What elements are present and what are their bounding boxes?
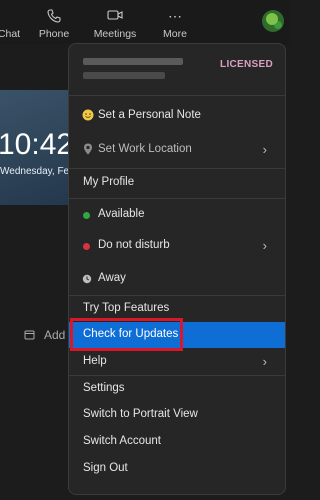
nav-phone[interactable]: Phone: [36, 0, 72, 44]
phone-icon: [47, 9, 61, 26]
set-personal-note[interactable]: Set a Personal Note: [69, 103, 285, 129]
set-personal-note-label: Set a Personal Note: [98, 109, 201, 121]
nav-more[interactable]: ⋯ More: [158, 0, 192, 44]
clock-date: Wednesday, Fe: [0, 166, 70, 177]
switch-to-portrait-view[interactable]: Switch to Portrait View: [69, 402, 285, 428]
calendar-icon: [24, 329, 35, 343]
highlight-callout-box: [70, 318, 183, 351]
status-do-not-disturb-label: Do not disturb: [98, 239, 170, 251]
nav-phone-label: Phone: [38, 28, 70, 40]
status-do-not-disturb[interactable]: Do not disturb ›: [69, 233, 285, 259]
settings-label: Settings: [83, 382, 125, 394]
away-clock-icon: [82, 274, 92, 287]
do-not-disturb-icon: [83, 243, 90, 250]
menu-divider: [69, 198, 285, 199]
status-available-label: Available: [98, 208, 145, 220]
my-profile[interactable]: My Profile: [69, 170, 285, 196]
sign-out-label: Sign Out: [83, 462, 128, 474]
chevron-right-icon: ›: [262, 142, 267, 157]
avatar[interactable]: [262, 10, 284, 32]
chevron-right-icon: ›: [262, 238, 267, 253]
status-away[interactable]: Away: [69, 266, 285, 292]
try-top-features-label: Try Top Features: [83, 302, 170, 314]
nav-meetings-label: Meetings: [93, 28, 137, 40]
nav-more-label: More: [163, 28, 187, 40]
nav-meetings[interactable]: Meetings: [92, 0, 138, 44]
menu-divider: [69, 95, 285, 96]
settings[interactable]: Settings: [69, 376, 285, 402]
menu-divider: [69, 168, 285, 169]
user-email-redacted: [83, 72, 165, 82]
help-label: Help: [83, 355, 107, 367]
set-work-location-label: Set Work Location: [98, 143, 192, 155]
available-status-icon: [83, 212, 90, 219]
chevron-right-icon: ›: [262, 354, 267, 369]
clock-time: 10:42: [0, 128, 74, 161]
nav-chat[interactable]: Chat: [0, 0, 24, 44]
user-name-redacted: [83, 58, 183, 68]
smiley-icon: [82, 109, 94, 124]
help[interactable]: Help ›: [69, 349, 285, 375]
more-dots-icon: ⋯: [168, 8, 182, 24]
switch-to-portrait-view-label: Switch to Portrait View: [83, 408, 198, 420]
license-badge: LICENSED: [220, 59, 273, 70]
nav-chat-label: Chat: [0, 28, 21, 40]
sign-out[interactable]: Sign Out: [69, 456, 285, 482]
my-profile-label: My Profile: [83, 176, 135, 188]
video-camera-icon: [107, 9, 123, 24]
switch-account[interactable]: Switch Account: [69, 429, 285, 455]
status-available[interactable]: Available: [69, 202, 285, 228]
top-nav-bar: Chat Phone Meetings ⋯ More: [0, 0, 290, 44]
location-pin-icon: [83, 143, 93, 158]
switch-account-label: Switch Account: [83, 435, 161, 447]
profile-menu: LICENSED Set a Personal Note Set Work Lo…: [68, 43, 286, 495]
set-work-location[interactable]: Set Work Location ›: [69, 137, 285, 163]
status-away-label: Away: [98, 272, 126, 284]
